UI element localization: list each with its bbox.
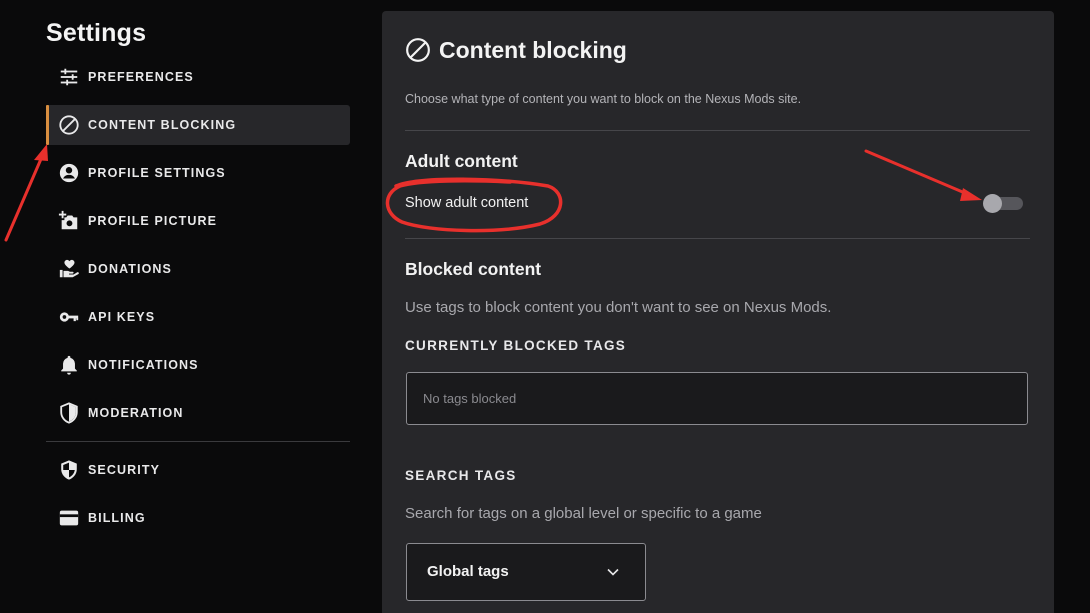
page-description: Choose what type of content you want to … (405, 92, 802, 106)
sidebar-item-preferences[interactable]: PREFERENCES (46, 57, 350, 97)
content-blocking-panel: Content blocking Choose what type of con… (382, 11, 1054, 613)
key-icon (57, 305, 81, 329)
chevron-down-icon (607, 568, 619, 576)
sidebar-item-profile-picture[interactable]: PROFILE PICTURE (46, 201, 350, 241)
tag-scope-select-value: Global tags (427, 563, 509, 580)
sidebar-item-content-blocking[interactable]: CONTENT BLOCKING (46, 105, 350, 145)
blocked-tags-box[interactable]: No tags blocked (406, 372, 1028, 425)
sidebar-item-label: PROFILE PICTURE (88, 214, 218, 228)
sidebar-item-api-keys[interactable]: API KEYS (46, 297, 350, 337)
sidebar-item-profile-settings[interactable]: PROFILE SETTINGS (46, 153, 350, 193)
sidebar-item-label: MODERATION (88, 406, 184, 420)
block-icon (57, 113, 81, 137)
user-circle-icon (57, 161, 81, 185)
blocked-tags-empty-text: No tags blocked (423, 391, 517, 406)
show-adult-content-label: Show adult content (405, 195, 529, 211)
sidebar-item-label: NOTIFICATIONS (88, 358, 199, 372)
show-adult-content-toggle[interactable] (983, 194, 1023, 213)
sliders-icon (57, 65, 81, 89)
sidebar-item-label: BILLING (88, 511, 146, 525)
toggle-knob (983, 194, 1002, 213)
sidebar-divider (46, 441, 350, 442)
sidebar-item-donations[interactable]: DONATIONS (46, 249, 350, 289)
search-tags-description: Search for tags on a global level or spe… (405, 505, 762, 522)
sidebar-item-label: CONTENT BLOCKING (88, 118, 237, 132)
tag-scope-select[interactable]: Global tags (406, 543, 646, 601)
shield-half-icon (57, 401, 81, 425)
bell-icon (57, 353, 81, 377)
search-tags-heading: SEARCH TAGS (405, 468, 517, 483)
section-divider (405, 130, 1030, 131)
sidebar-item-label: SECURITY (88, 463, 161, 477)
blocked-content-description: Use tags to block content you don't want… (405, 299, 832, 316)
currently-blocked-tags-heading: CURRENTLY BLOCKED TAGS (405, 338, 627, 353)
adult-content-heading: Adult content (405, 151, 518, 171)
sidebar-item-label: API KEYS (88, 310, 156, 324)
camera-add-icon (57, 209, 81, 233)
card-icon (57, 506, 81, 530)
block-icon (406, 38, 430, 62)
settings-page: Settings PREFERENCES CONTENT BLOCKING PR… (0, 0, 1090, 613)
sidebar-item-notifications[interactable]: NOTIFICATIONS (46, 345, 350, 385)
shield-check-icon (57, 458, 81, 482)
section-divider (405, 238, 1030, 239)
sidebar-item-moderation[interactable]: MODERATION (46, 393, 350, 433)
sidebar-item-billing[interactable]: BILLING (46, 498, 350, 538)
sidebar-title: Settings (46, 19, 147, 47)
sidebar-item-label: PROFILE SETTINGS (88, 166, 226, 180)
hand-heart-icon (57, 257, 81, 281)
sidebar-item-label: PREFERENCES (88, 70, 194, 84)
panel-header: Content blocking (405, 35, 627, 65)
page-title: Content blocking (439, 36, 627, 63)
blocked-content-heading: Blocked content (405, 259, 542, 279)
annotation-arrow (4, 150, 46, 242)
sidebar-item-security[interactable]: SECURITY (46, 450, 350, 490)
sidebar-item-label: DONATIONS (88, 262, 172, 276)
